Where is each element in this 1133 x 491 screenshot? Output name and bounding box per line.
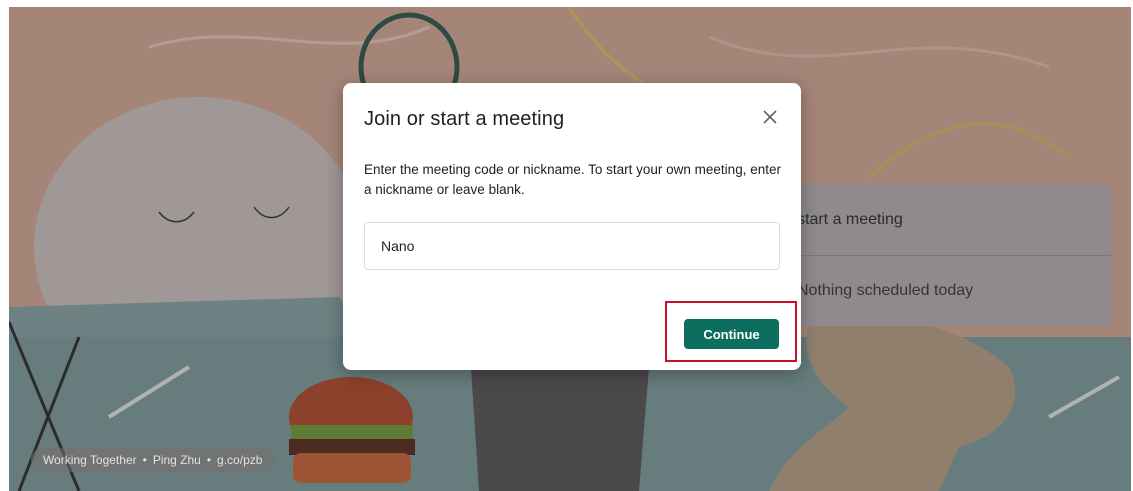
start-meeting-label: start a meeting bbox=[797, 210, 903, 228]
join-meeting-dialog: Join or start a meeting Enter the meetin… bbox=[343, 83, 801, 370]
attribution-separator: • bbox=[206, 453, 212, 467]
close-button[interactable] bbox=[757, 104, 783, 130]
schedule-label: Nothing scheduled today bbox=[797, 282, 974, 299]
artwork-attribution[interactable]: Working Together • Ping Zhu • g.co/pzb bbox=[31, 448, 275, 472]
close-icon bbox=[763, 110, 777, 124]
attribution-link[interactable]: g.co/pzb bbox=[217, 453, 262, 467]
start-meeting-row[interactable]: start a meeting bbox=[769, 184, 1111, 255]
meeting-panel: start a meeting Nothing scheduled today bbox=[769, 184, 1111, 326]
attribution-separator: • bbox=[142, 453, 147, 467]
continue-button[interactable]: Continue bbox=[684, 319, 779, 349]
meeting-code-input[interactable] bbox=[364, 222, 780, 270]
dialog-description: Enter the meeting code or nickname. To s… bbox=[364, 162, 781, 197]
schedule-row: Nothing scheduled today bbox=[769, 255, 1111, 326]
attribution-title: Working Together bbox=[43, 453, 137, 467]
dialog-title: Join or start a meeting bbox=[364, 108, 565, 130]
attribution-author: Ping Zhu bbox=[152, 453, 201, 467]
